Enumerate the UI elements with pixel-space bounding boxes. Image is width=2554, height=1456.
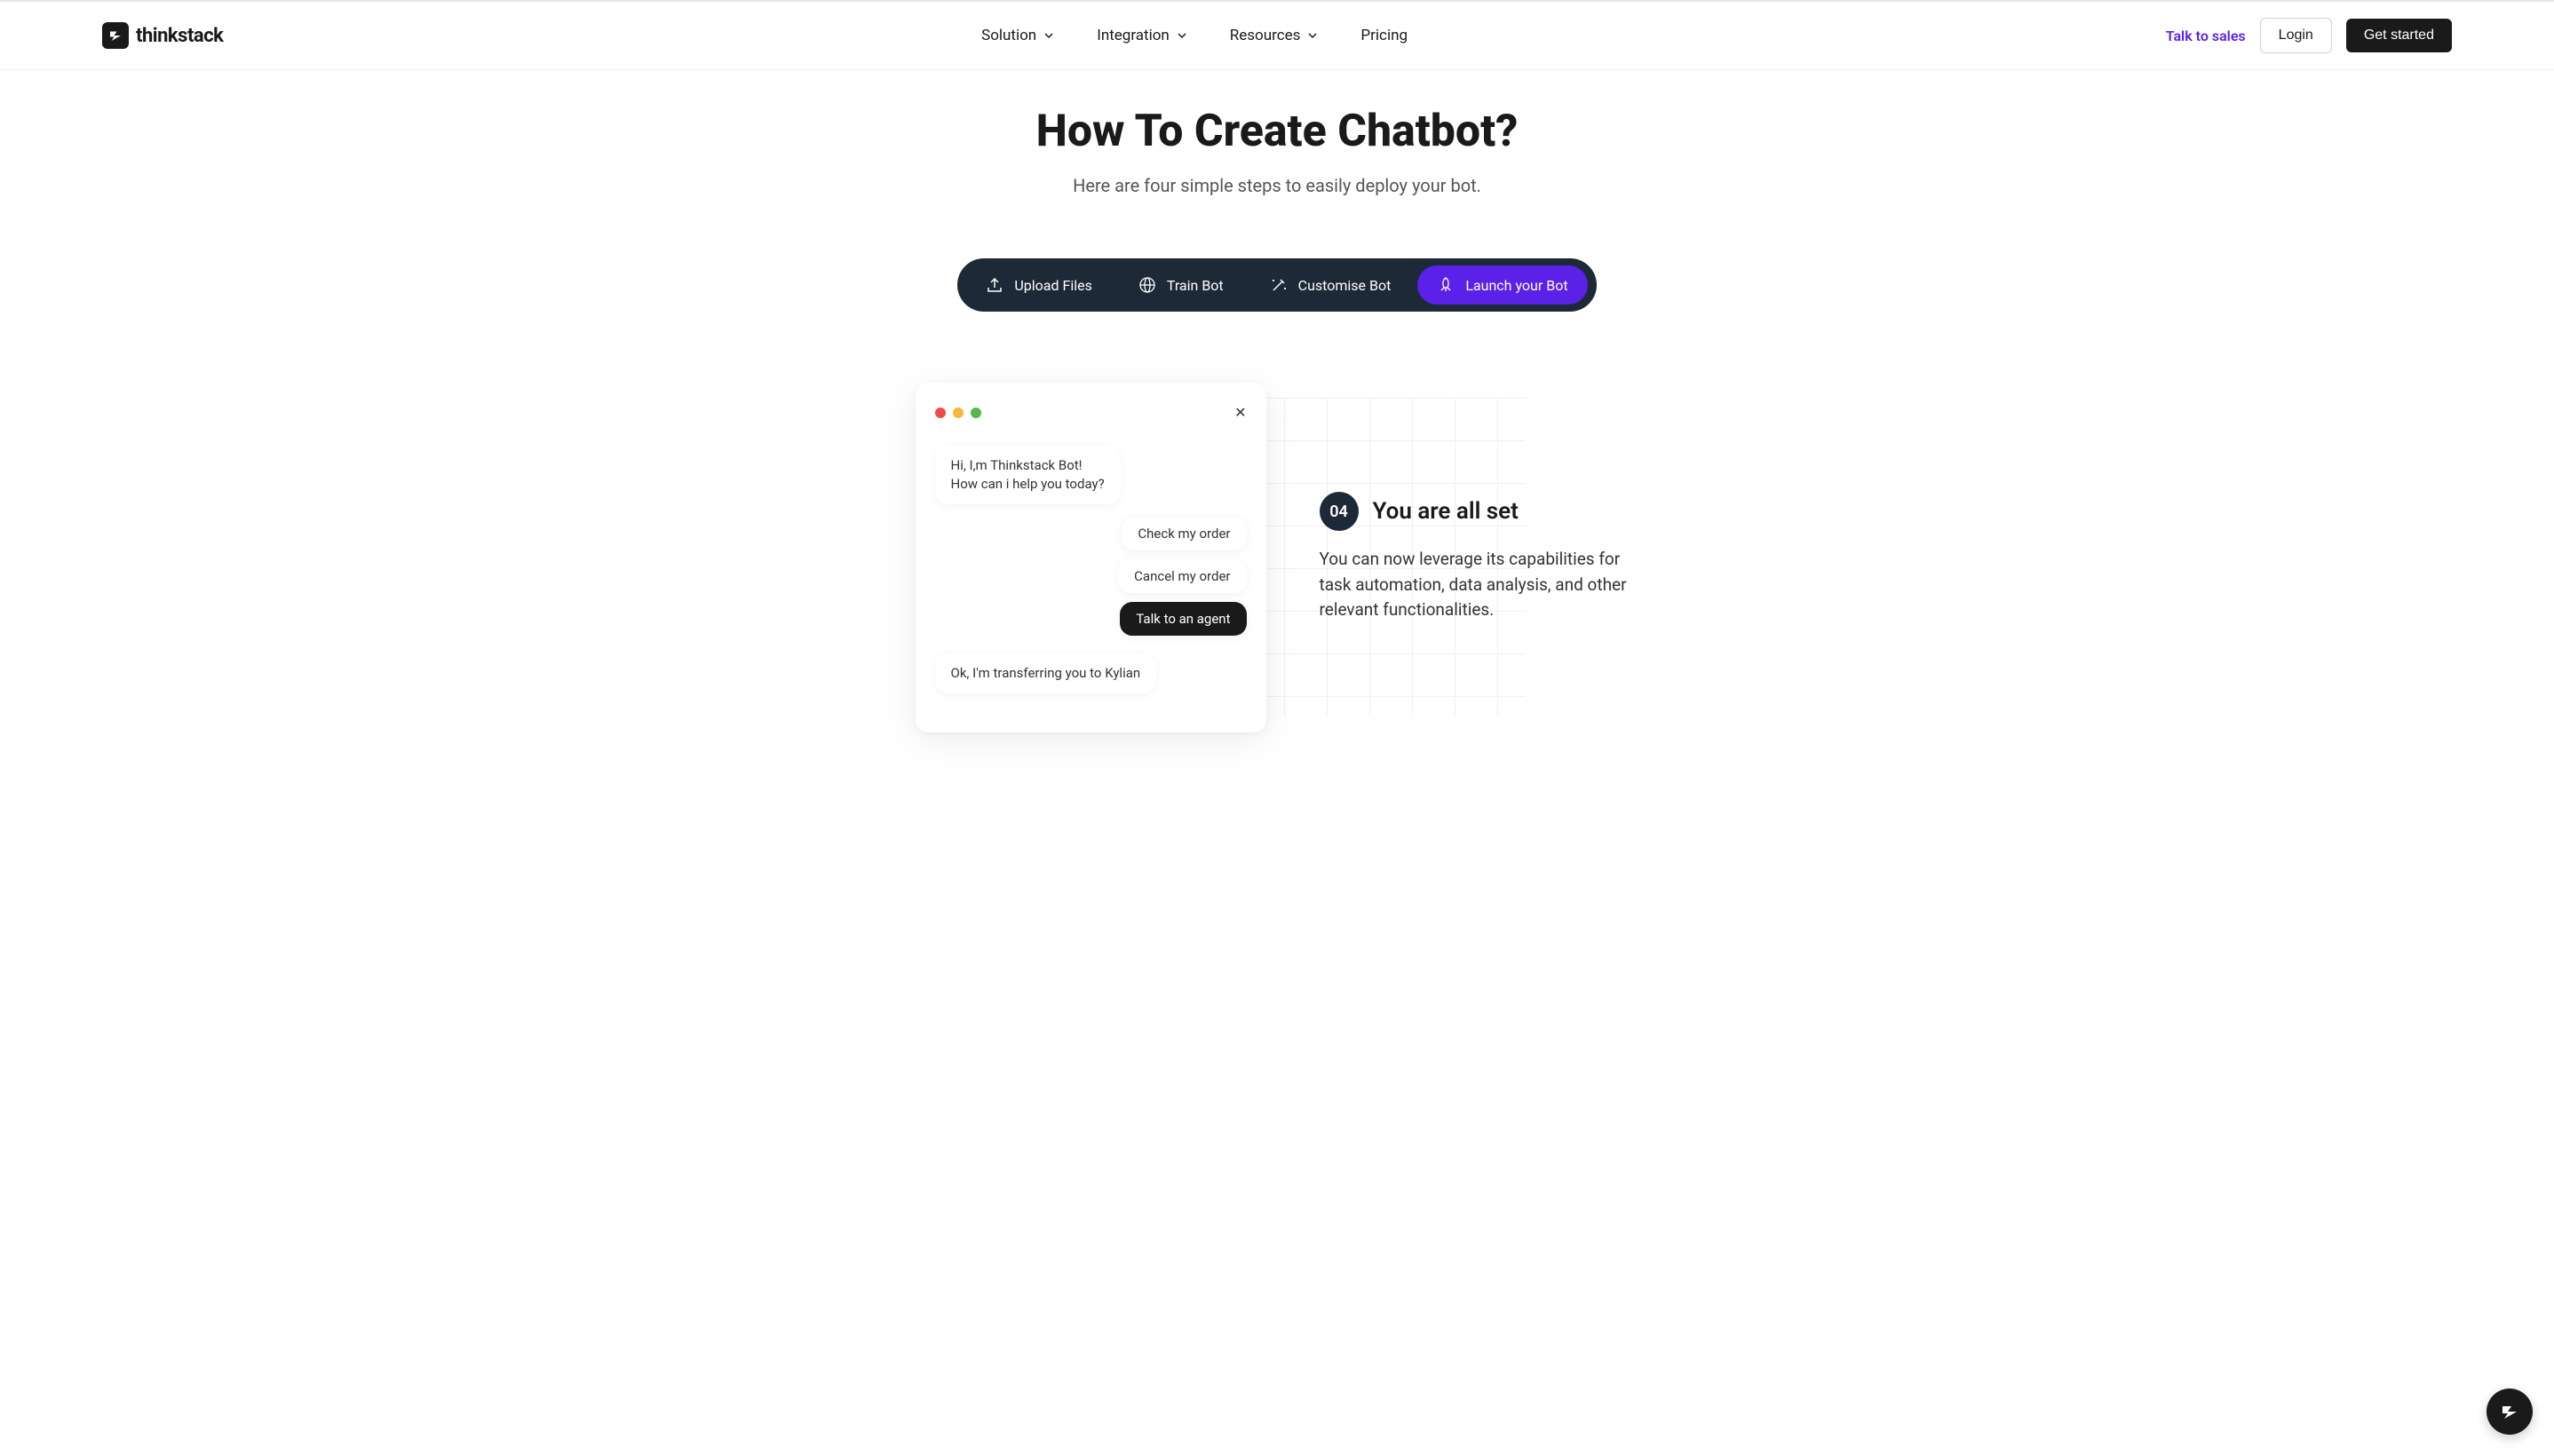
chat-quick-actions: Check my order Cancel my order Talk to a… bbox=[935, 517, 1247, 636]
chat-option-talk-agent[interactable]: Talk to an agent bbox=[1120, 602, 1246, 636]
chevron-down-icon bbox=[1177, 30, 1187, 41]
get-started-button[interactable]: Get started bbox=[2346, 19, 2452, 52]
wand-icon bbox=[1270, 276, 1288, 294]
tab-train-bot[interactable]: Train Bot bbox=[1119, 265, 1243, 305]
nav-label: Pricing bbox=[1360, 27, 1408, 44]
traffic-light-yellow bbox=[953, 408, 964, 418]
talk-to-sales-link[interactable]: Talk to sales bbox=[2166, 28, 2246, 44]
traffic-light-red bbox=[935, 408, 946, 418]
chat-preview-window: ✕ Hi, I,m Thinkstack Bot! How can i help… bbox=[916, 383, 1266, 732]
tab-customise-bot[interactable]: Customise Bot bbox=[1250, 265, 1411, 305]
logo-icon bbox=[102, 22, 129, 49]
brand-name: thinkstack bbox=[136, 25, 223, 47]
tab-label: Customise Bot bbox=[1298, 277, 1392, 294]
login-button[interactable]: Login bbox=[2260, 18, 2332, 53]
nav-label: Solution bbox=[981, 27, 1036, 44]
window-controls: ✕ bbox=[935, 404, 1247, 421]
header-actions: Talk to sales Login Get started bbox=[2166, 18, 2452, 53]
rocket-icon bbox=[1437, 276, 1455, 294]
step-description: You can now leverage its capabilities fo… bbox=[1320, 547, 1639, 623]
main-nav: Solution Integration Resources Pricing bbox=[981, 27, 1408, 44]
chat-launcher-fab[interactable] bbox=[2487, 1389, 2533, 1435]
chat-option-cancel-order[interactable]: Cancel my order bbox=[1118, 559, 1246, 593]
chat-option-check-order[interactable]: Check my order bbox=[1122, 517, 1246, 550]
bot-intro-line1: Hi, I,m Thinkstack Bot! bbox=[951, 456, 1105, 475]
step-panel: 04 You are all set You can now leverage … bbox=[1320, 492, 1639, 623]
bot-intro-line2: How can i help you today? bbox=[951, 475, 1105, 494]
traffic-light-green bbox=[971, 408, 981, 418]
chevron-down-icon bbox=[1043, 30, 1054, 41]
close-icon[interactable]: ✕ bbox=[1234, 404, 1246, 421]
nav-pricing[interactable]: Pricing bbox=[1360, 27, 1408, 44]
nav-integration[interactable]: Integration bbox=[1097, 27, 1187, 44]
hero-section: How To Create Chatbot? Here are four sim… bbox=[0, 70, 2554, 223]
tab-label: Launch your Bot bbox=[1465, 277, 1567, 294]
tab-upload-files[interactable]: Upload Files bbox=[966, 265, 1111, 305]
main-content: ✕ Hi, I,m Thinkstack Bot! How can i help… bbox=[0, 312, 2554, 803]
nav-solution[interactable]: Solution bbox=[981, 27, 1054, 44]
upload-icon bbox=[986, 276, 1003, 294]
page-subtitle: Here are four simple steps to easily dep… bbox=[0, 175, 2554, 196]
bot-reply-message: Ok, I'm transferring you to Kylian bbox=[935, 653, 1157, 693]
nav-label: Integration bbox=[1097, 27, 1170, 44]
tab-label: Train Bot bbox=[1167, 277, 1224, 294]
bot-intro-message: Hi, I,m Thinkstack Bot! How can i help y… bbox=[935, 446, 1121, 504]
chevron-down-icon bbox=[1307, 30, 1318, 41]
step-title: You are all set bbox=[1373, 498, 1519, 525]
site-header: thinkstack Solution Integration Resource… bbox=[0, 2, 2554, 70]
steps-tabs: Upload Files Train Bot Customise Bot Lau… bbox=[0, 258, 2554, 312]
bolt-icon bbox=[2499, 1401, 2520, 1422]
brand-logo[interactable]: thinkstack bbox=[102, 22, 223, 49]
tab-label: Upload Files bbox=[1014, 277, 1091, 294]
nav-resources[interactable]: Resources bbox=[1230, 27, 1319, 44]
step-number-badge: 04 bbox=[1320, 492, 1359, 531]
nav-label: Resources bbox=[1230, 27, 1301, 44]
page-title: How To Create Chatbot? bbox=[0, 106, 2554, 157]
globe-icon bbox=[1138, 276, 1156, 294]
tab-launch-bot[interactable]: Launch your Bot bbox=[1417, 265, 1587, 305]
